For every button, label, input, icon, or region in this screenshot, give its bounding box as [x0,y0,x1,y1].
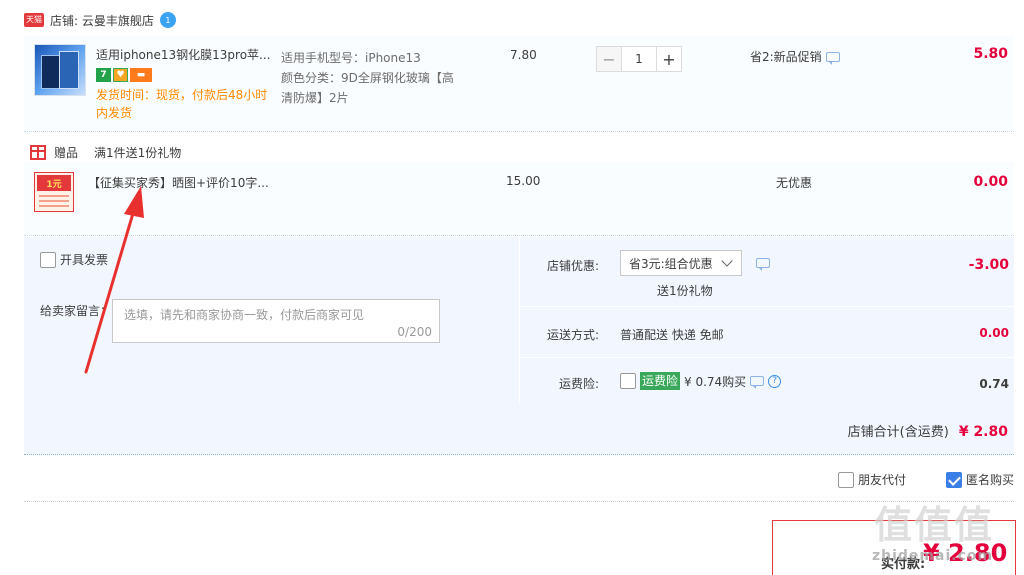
quantity-plus-button[interactable]: + [656,46,682,72]
product-specs: 适用手机型号：iPhone13 颜色分类：9D全屏钢化玻璃【高清防爆】2片 [281,48,461,108]
shipping-insurance-checkbox[interactable] [620,373,636,389]
gift-subtotal: 0.00 [973,174,1008,190]
guarantee-icon: ♥ [113,68,128,82]
friend-pay-checkbox[interactable] [838,471,854,488]
quantity-input[interactable]: 1 [622,46,656,72]
shipping-insurance-row: 运费险: 运费险 ¥ 0.74购买 ? 0.74 [520,359,1015,403]
shipping-method-value: 普通配送 快递 免邮 [620,328,724,342]
store-discount-row: 店铺优惠: 省3元:组合优惠 送1份礼物 -3.00 [520,237,1015,307]
gift-promo: 无优惠 [776,176,813,190]
order-summary-block: 开具发票 给卖家留言： 选填，请先和商家协商一致，付款后商家可见 0/200 店… [24,237,1015,455]
seller-message-label: 给卖家留言： [40,304,113,318]
payment-options-row: 朋友代付 匿名购买 [24,462,1014,502]
gift-thumb-text: 1元 [37,175,71,191]
store-discount-selected: 省3元:组合优惠 [629,256,713,271]
cart-item-row: 适用iphone13钢化膜13pro苹... 7 ♥ ▬ 发货时间：现货，付款后… [24,36,1014,132]
seller-message-input[interactable]: 选填，请先和商家协商一致，付款后商家可见 0/200 [112,299,440,343]
invoice-checkbox[interactable] [40,251,56,268]
discount-comment-icon[interactable] [756,258,770,271]
gift-icon [30,145,46,160]
store-total: 店铺合计(含运费) ¥ 2.80 [848,421,1008,440]
invoice-option[interactable]: 开具发票 [40,251,108,268]
shipping-insurance-badge: 运费险 [640,372,681,390]
invoice-label: 开具发票 [60,253,109,267]
watermark-logo: 值值值 [874,503,995,547]
order-right-pane: 店铺优惠: 省3元:组合优惠 送1份礼物 -3.00 运送方式: 普通配送 快递… [519,237,1015,403]
spec-color: 颜色分类：9D全屏钢化玻璃【高清防爆】2片 [281,71,454,105]
order-left-pane: 开具发票 给卖家留言： 选填，请先和商家协商一致，付款后商家可见 0/200 [24,237,519,403]
help-icon[interactable]: ? [768,374,782,388]
store-discount-select[interactable]: 省3元:组合优惠 [620,250,742,276]
seller-message-counter: 0/200 [397,325,432,339]
credit-card-icon: ▬ [130,68,152,82]
gift-item-row: 1元 【征集买家秀】晒图+评价10字... 15.00 无优惠 0.00 [24,162,1014,236]
shipping-fee: 0.00 [979,326,1009,340]
watermark-url: zhidemai.com [872,548,994,564]
friend-pay-option[interactable]: 朋友代付 [838,471,906,488]
gift-price: 15.00 [506,174,541,188]
tmall-badge: 天猫 [24,13,44,27]
anonymous-buy-label: 匿名购买 [966,473,1015,487]
anonymous-buy-option[interactable]: 匿名购买 [946,471,1014,488]
shipping-method-row: 运送方式: 普通配送 快递 免邮 0.00 [520,308,1015,358]
product-thumbnail[interactable] [34,44,86,96]
store-name-link[interactable]: 店铺: 云曼丰旗舰店 [50,12,154,29]
product-title-link[interactable]: 适用iphone13钢化膜13pro苹... [96,46,276,63]
item-subtotal: 5.80 [973,46,1008,62]
shipping-method-label: 运送方式: [546,328,599,342]
gift-header: 赠品 满1件送1份礼物 [30,144,181,161]
shipping-insurance-option[interactable]: 运费险 ¥ 0.74购买 ? [620,372,782,390]
store-discount-gift-note: 送1份礼物 [657,284,713,298]
gift-title-link[interactable]: 【征集买家秀】晒图+评价10字... [88,174,269,191]
ship-time-info: 发货时间：现货，付款后48小时内发货 [96,88,268,120]
chevron-down-icon [721,255,733,267]
gift-thumbnail[interactable]: 1元 [34,172,74,212]
shipping-insurance-price: ¥ 0.74购买 [684,374,747,389]
wangwang-chat-icon[interactable]: 1 [159,12,176,28]
insurance-comment-icon[interactable] [750,376,765,389]
shipping-insurance-value: 0.74 [979,377,1009,391]
friend-pay-label: 朋友代付 [858,473,907,487]
seven-day-return-icon: 7 [96,68,111,82]
item-promo: 省2:新品促销 [750,48,840,65]
promo-comment-icon[interactable] [825,51,840,65]
shipping-insurance-label: 运费险: [558,377,599,391]
store-total-value: ¥ 2.80 [958,424,1008,440]
spec-model: 适用手机型号：iPhone13 [281,51,421,65]
store-header: 天猫 店铺: 云曼丰旗舰店 1 [24,10,176,30]
gift-label: 赠品 [54,146,79,160]
seller-message-placeholder: 选填，请先和商家协商一致，付款后商家可见 [124,308,365,322]
item-promo-text: 省2:新品促销 [750,50,822,64]
quantity-stepper: − 1 + [596,46,682,72]
unit-price: 7.80 [510,48,537,62]
service-tags: 7 ♥ ▬ [96,68,152,82]
store-discount-label: 店铺优惠: [546,259,599,273]
gift-rule: 满1件送1份礼物 [94,146,182,160]
quantity-minus-button[interactable]: − [596,46,622,72]
anonymous-buy-checkbox[interactable] [946,471,962,488]
store-total-label: 店铺合计(含运费) [847,425,949,440]
store-discount-value: -3.00 [968,257,1009,273]
